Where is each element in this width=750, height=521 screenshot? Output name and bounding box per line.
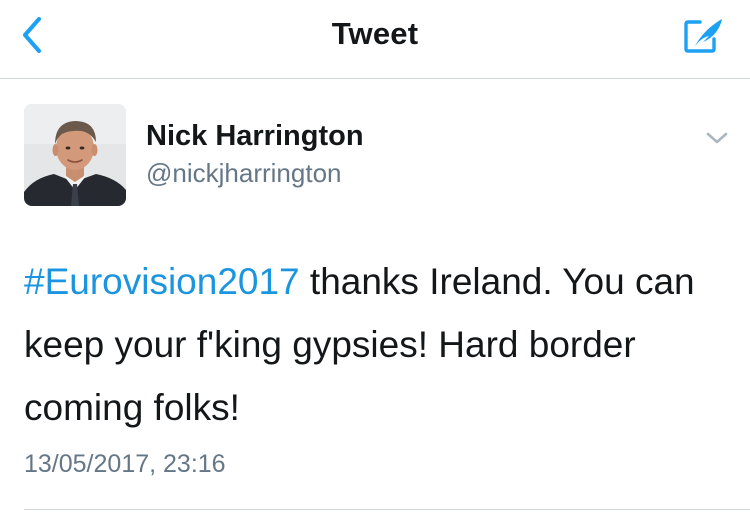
author-display-name[interactable]: Nick Harrington: [146, 120, 364, 153]
divider: [24, 509, 750, 510]
tweet-detail: Nick Harrington @nickjharrington #Eurovi…: [0, 79, 750, 521]
profile-photo: [24, 104, 126, 206]
chevron-down-icon: [706, 132, 728, 144]
avatar[interactable]: [24, 104, 126, 206]
page-title: Tweet: [331, 16, 419, 51]
hashtag-link[interactable]: #Eurovision2017: [24, 261, 300, 302]
more-options-button[interactable]: [700, 123, 734, 153]
author-handle[interactable]: @nickjharrington: [146, 158, 341, 189]
compose-feather-icon: [684, 19, 722, 53]
tweet-timestamp: 13/05/2017, 23:16: [24, 450, 226, 478]
tweet-text: #Eurovision2017 thanks Ireland. You can …: [24, 250, 724, 439]
compose-button[interactable]: [680, 12, 728, 58]
nav-bar: Tweet: [0, 0, 750, 79]
